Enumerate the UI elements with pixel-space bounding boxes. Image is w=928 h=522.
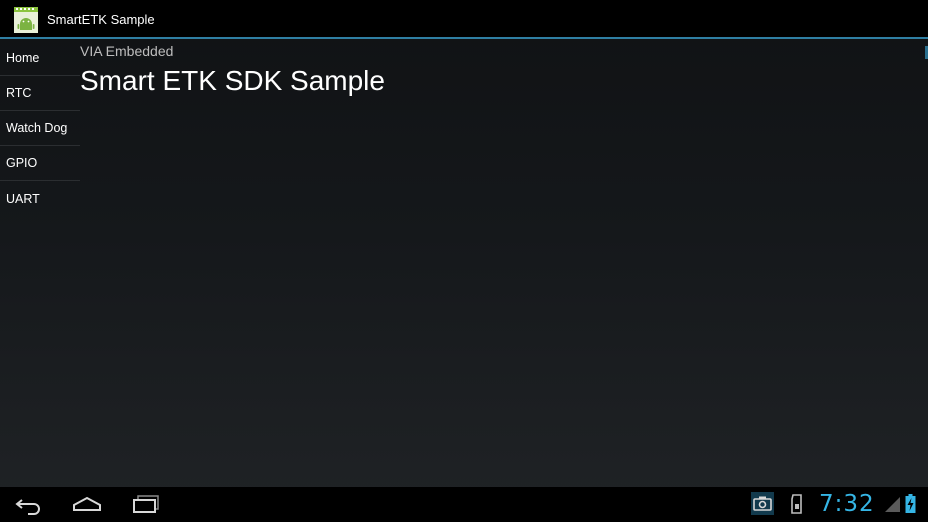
sidebar-item-uart[interactable]: UART (0, 181, 80, 216)
home-icon[interactable] (72, 493, 102, 515)
action-bar: SmartETK Sample (0, 0, 928, 39)
android-app-icon[interactable] (14, 7, 38, 33)
signal-icon (884, 496, 901, 518)
page-subtitle: VIA Embedded (80, 43, 174, 59)
main-content: VIA Embedded Smart ETK SDK Sample (80, 42, 920, 98)
app-screen: SmartETK Sample Home RTC Watch Dog GPIO … (0, 0, 928, 522)
sd-card-notification-icon[interactable] (790, 494, 804, 519)
page-title: Smart ETK SDK Sample (80, 65, 385, 96)
clock: 7:32 (819, 491, 875, 517)
sidebar-item-home[interactable]: Home (0, 41, 80, 76)
sidebar: Home RTC Watch Dog GPIO UART (0, 41, 80, 216)
sidebar-item-watch-dog[interactable]: Watch Dog (0, 111, 80, 146)
sidebar-item-rtc[interactable]: RTC (0, 76, 80, 111)
battery-charging-icon (905, 494, 916, 519)
recent-apps-icon[interactable] (131, 493, 161, 515)
app-title: SmartETK Sample (47, 12, 155, 27)
system-bar: 7:32 (0, 487, 928, 522)
camera-notification-icon[interactable] (751, 492, 774, 520)
back-icon[interactable] (14, 493, 44, 515)
sidebar-item-gpio[interactable]: GPIO (0, 146, 80, 181)
